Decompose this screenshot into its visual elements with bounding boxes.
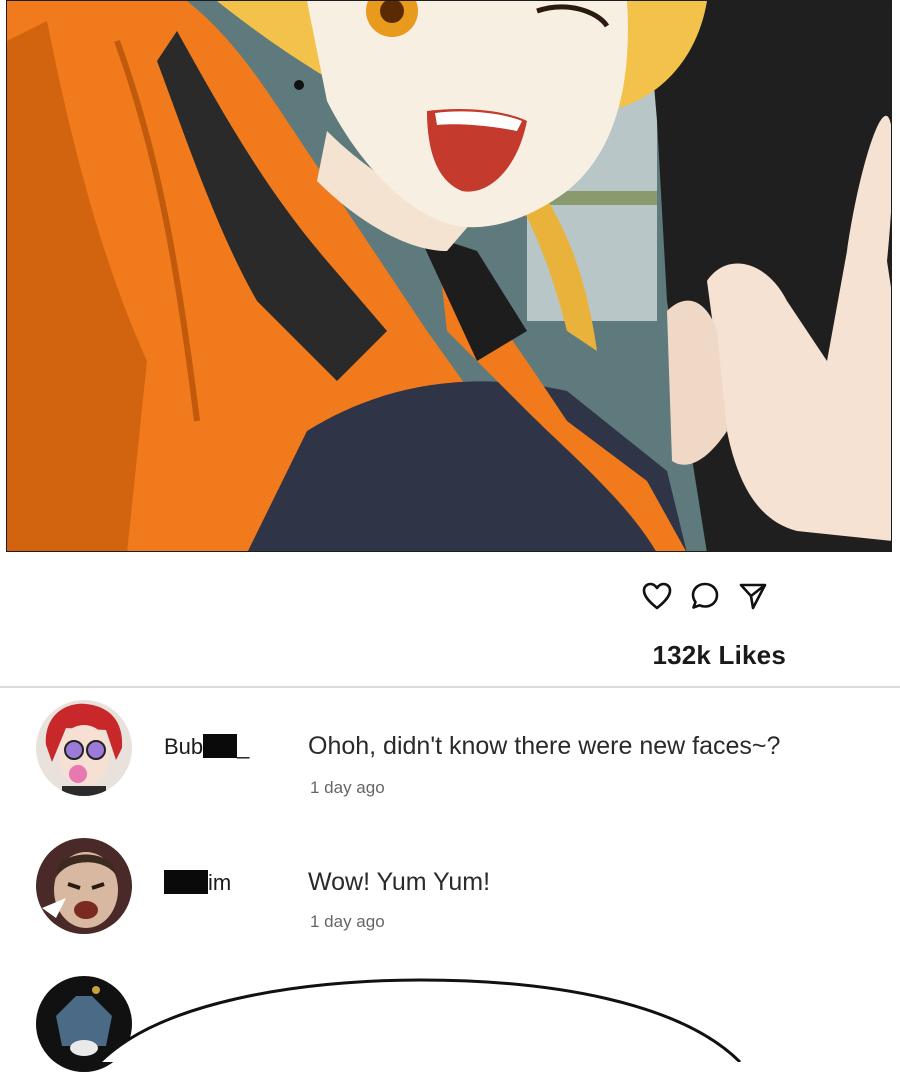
comment-username[interactable]: Bub _ — [164, 734, 249, 760]
redaction-block — [164, 870, 208, 894]
post-image — [6, 0, 892, 552]
likes-count: 132k Likes — [652, 640, 786, 670]
anime-illustration — [7, 1, 891, 551]
comment-time: 1 day ago — [310, 778, 385, 797]
redaction-block — [203, 734, 238, 758]
heart-icon[interactable] — [640, 579, 674, 613]
username-suffix: im — [208, 870, 232, 895]
divider — [0, 686, 900, 688]
comment-item: im Wow! Yum Yum! 1 day ago — [0, 836, 900, 956]
comment-username[interactable]: im — [164, 870, 231, 896]
comment-time: 1 day ago — [310, 912, 385, 931]
comment-item: Bub _ Ohoh, didn't know there were new fa… — [0, 700, 900, 820]
username-text: Bub — [164, 734, 204, 759]
speech-balloon — [98, 978, 742, 1062]
username-suffix: _ — [237, 734, 250, 759]
post-actions — [640, 578, 770, 614]
avatar[interactable] — [36, 838, 132, 934]
avatar[interactable] — [36, 700, 132, 796]
comment-text: Wow! Yum Yum! — [308, 868, 491, 896]
comment-text: Ohoh, didn't know there were new faces~? — [308, 732, 781, 760]
comment-bubble-icon[interactable] — [688, 579, 722, 613]
send-icon[interactable] — [736, 579, 770, 613]
